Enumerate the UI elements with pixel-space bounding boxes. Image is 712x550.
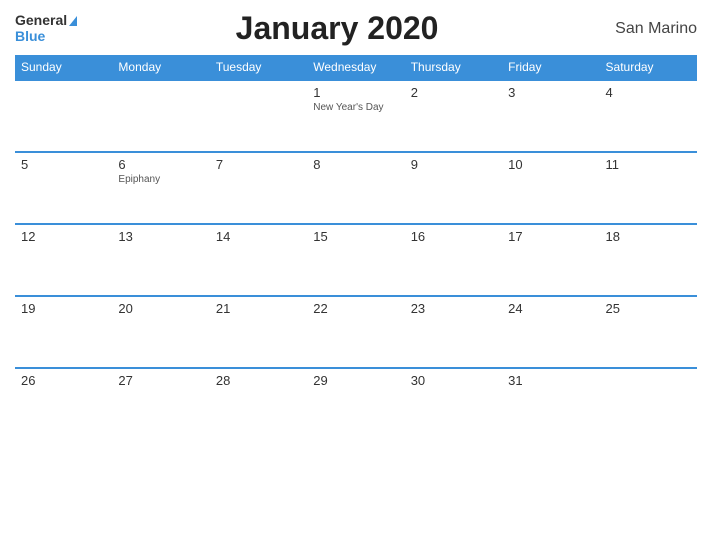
day-number: 6 [118,157,203,172]
day-number: 22 [313,301,398,316]
calendar-cell [600,368,697,440]
calendar-cell: 9 [405,152,502,224]
calendar-cell: 27 [112,368,209,440]
calendar-cell: 4 [600,80,697,152]
calendar-cell: 11 [600,152,697,224]
calendar-cell: 23 [405,296,502,368]
calendar-cell: 16 [405,224,502,296]
day-number: 5 [21,157,106,172]
day-number: 14 [216,229,301,244]
calendar-cell: 13 [112,224,209,296]
day-number: 20 [118,301,203,316]
day-number: 28 [216,373,301,388]
day-number: 31 [508,373,593,388]
day-number: 1 [313,85,398,100]
week-row-4: 19 20 21 22 23 24 25 [15,296,697,368]
day-header-monday: Monday [112,55,209,80]
calendar-cell: 14 [210,224,307,296]
calendar-cell: 7 [210,152,307,224]
calendar-cell: 3 [502,80,599,152]
day-number: 8 [313,157,398,172]
day-number: 30 [411,373,496,388]
days-header-row: SundayMondayTuesdayWednesdayThursdayFrid… [15,55,697,80]
calendar-cell: 29 [307,368,404,440]
calendar-cell [15,80,112,152]
calendar-table: SundayMondayTuesdayWednesdayThursdayFrid… [15,55,697,440]
day-number: 13 [118,229,203,244]
calendar-header: General Blue January 2020 San Marino [15,10,697,47]
day-header-sunday: Sunday [15,55,112,80]
day-number: 12 [21,229,106,244]
day-number: 2 [411,85,496,100]
day-number: 26 [21,373,106,388]
day-header-wednesday: Wednesday [307,55,404,80]
logo-blue-text: Blue [15,29,45,44]
day-header-friday: Friday [502,55,599,80]
holiday-label: Epiphany [118,174,203,185]
day-header-tuesday: Tuesday [210,55,307,80]
day-header-thursday: Thursday [405,55,502,80]
day-number: 24 [508,301,593,316]
calendar-cell: 15 [307,224,404,296]
day-number: 3 [508,85,593,100]
calendar-cell: 6 Epiphany [112,152,209,224]
calendar-cell: 1 New Year's Day [307,80,404,152]
calendar-cell: 22 [307,296,404,368]
calendar-title: January 2020 [77,10,597,47]
week-row-3: 12 13 14 15 16 17 18 [15,224,697,296]
holiday-label: New Year's Day [313,102,398,113]
day-number: 19 [21,301,106,316]
day-number: 4 [606,85,691,100]
logo: General Blue [15,13,77,44]
day-number: 9 [411,157,496,172]
logo-triangle-icon [69,16,77,26]
week-row-2: 56 Epiphany 789 10 11 [15,152,697,224]
country-name: San Marino [597,20,697,38]
calendar-cell: 24 [502,296,599,368]
calendar-cell: 19 [15,296,112,368]
calendar-cell: 21 [210,296,307,368]
day-header-saturday: Saturday [600,55,697,80]
logo-general-text: General [15,13,67,28]
day-number: 29 [313,373,398,388]
calendar-container: General Blue January 2020 San Marino Sun… [0,0,712,550]
calendar-cell: 30 [405,368,502,440]
day-number: 21 [216,301,301,316]
day-number: 7 [216,157,301,172]
calendar-cell: 10 [502,152,599,224]
calendar-cell: 25 [600,296,697,368]
calendar-cell [210,80,307,152]
calendar-cell: 2 [405,80,502,152]
calendar-cell: 26 [15,368,112,440]
day-number: 27 [118,373,203,388]
calendar-cell: 20 [112,296,209,368]
calendar-cell: 17 [502,224,599,296]
calendar-cell: 8 [307,152,404,224]
day-number: 23 [411,301,496,316]
week-row-5: 26 27 28 29 30 31 [15,368,697,440]
calendar-cell: 12 [15,224,112,296]
calendar-cell: 18 [600,224,697,296]
day-number: 16 [411,229,496,244]
day-number: 10 [508,157,593,172]
day-number: 17 [508,229,593,244]
day-number: 18 [606,229,691,244]
calendar-cell: 31 [502,368,599,440]
calendar-cell: 5 [15,152,112,224]
day-number: 25 [606,301,691,316]
calendar-cell [112,80,209,152]
calendar-cell: 28 [210,368,307,440]
week-row-1: 1 New Year's Day 234 [15,80,697,152]
day-number: 11 [606,157,691,172]
day-number: 15 [313,229,398,244]
